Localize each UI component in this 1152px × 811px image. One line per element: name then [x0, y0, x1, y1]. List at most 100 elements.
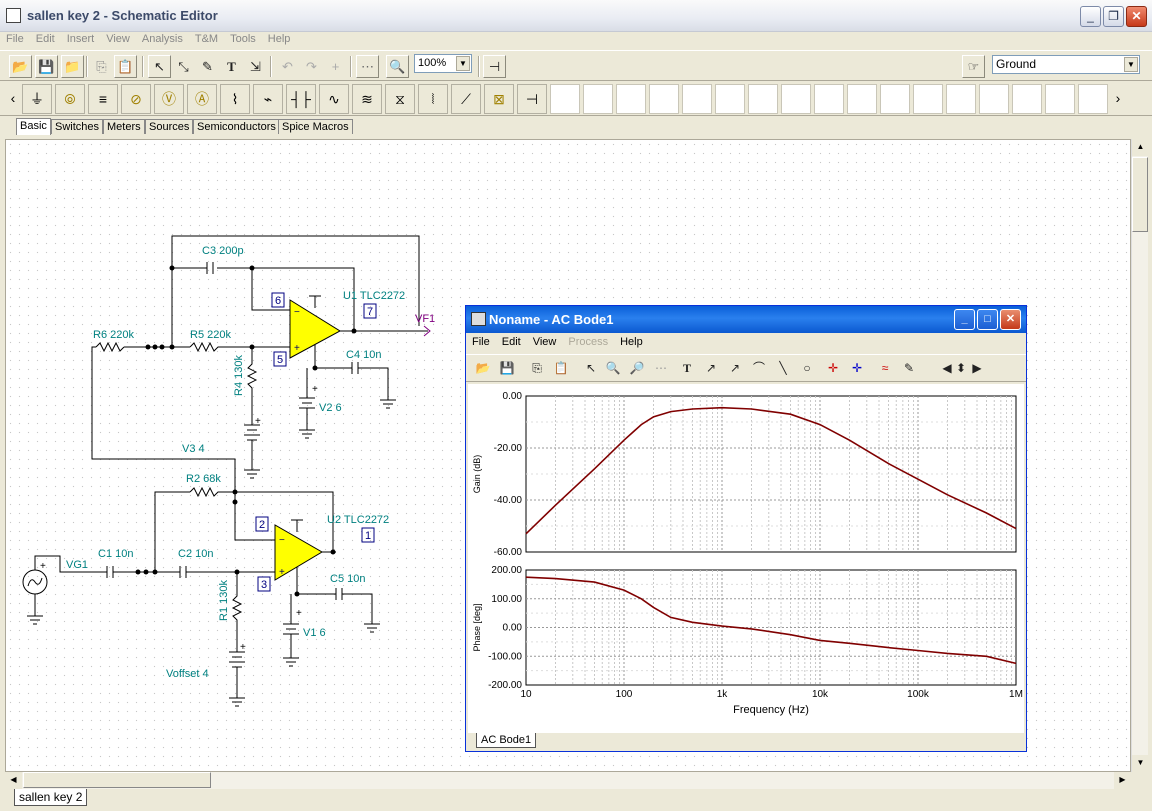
text-tool-icon[interactable]: T [676, 358, 698, 380]
scroll-right-icon[interactable]: ▶ [1114, 772, 1131, 789]
place-component-icon[interactable]: ☞ [962, 55, 985, 78]
scroll-right-icon[interactable]: › [1114, 84, 1122, 114]
bode-menu-view[interactable]: View [527, 334, 563, 350]
curve-tool-icon[interactable]: ↗ [700, 358, 722, 380]
tab-semiconductors[interactable]: Semiconductors [193, 119, 280, 134]
zoom-in-icon[interactable]: 🔍 [602, 358, 624, 380]
junction-icon[interactable]: + [324, 55, 347, 78]
select-arrow-icon[interactable]: ↖ [148, 55, 171, 78]
scroll-left-icon[interactable]: ‹ [8, 84, 18, 114]
voltmeter-icon[interactable]: Ⓥ [154, 84, 184, 114]
ammeter-icon[interactable]: Ⓐ [187, 84, 217, 114]
empty-slot [913, 84, 943, 114]
circle-icon[interactable]: ○ [796, 358, 818, 380]
zoom-100-icon[interactable]: 🔎 [626, 358, 648, 380]
arrow-right-icon[interactable]: ▶ [966, 358, 988, 380]
close-button[interactable]: ✕ [1126, 6, 1147, 27]
undo-icon[interactable]: ↶ [276, 55, 299, 78]
scroll-down-icon[interactable]: ▼ [1132, 755, 1149, 772]
probe-icon[interactable]: ⇲ [244, 55, 267, 78]
empty-slot [715, 84, 745, 114]
select-arrow-icon[interactable]: ↖ [580, 358, 602, 380]
tab-sources[interactable]: Sources [145, 119, 194, 134]
horizontal-scrollbar[interactable]: ◀ ▶ [5, 772, 1131, 789]
open-icon[interactable]: 📁 [61, 55, 84, 78]
save-icon[interactable]: 💾 [496, 358, 518, 380]
cursor-b-icon[interactable]: ✛ [846, 358, 868, 380]
menu-tools[interactable]: Tools [224, 32, 262, 47]
menu-view[interactable]: View [100, 32, 136, 47]
transformer-core-icon[interactable]: ⦚ [418, 84, 448, 114]
minimize-button[interactable]: _ [1080, 6, 1101, 27]
open-icon[interactable]: 📂 [472, 358, 494, 380]
bode-menu-file[interactable]: File [466, 334, 496, 350]
open-folder-icon[interactable]: 📂 [9, 55, 32, 78]
zoom-value: 100% [418, 57, 447, 69]
bode-menu-process[interactable]: Process [562, 334, 614, 350]
bode-tab[interactable]: AC Bode1 [476, 733, 537, 748]
grid-icon[interactable]: ⋯ [650, 358, 672, 380]
bode-title: Noname - AC Bode1 [489, 312, 614, 327]
cursor-a-icon[interactable]: ✛ [822, 358, 844, 380]
pen-icon[interactable]: ✎ [196, 55, 219, 78]
menu-help[interactable]: Help [262, 32, 297, 47]
wire-tool-icon[interactable]: ⤡ [172, 55, 195, 78]
transformer-icon[interactable]: ⧖ [385, 84, 415, 114]
text-tool-icon[interactable]: T [220, 55, 243, 78]
curve-tool-2-icon[interactable]: ↗ [724, 358, 746, 380]
bode-window-icon [471, 312, 486, 326]
scroll-up-icon[interactable]: ▲ [1132, 139, 1149, 156]
bode-maximize-button[interactable]: □ [977, 309, 998, 330]
component-parameter-icon[interactable]: ⊣ [483, 55, 506, 78]
switch-icon[interactable]: ⟋ [451, 84, 481, 114]
zoom-select[interactable]: 100% ▼ [414, 54, 472, 73]
tab-basic[interactable]: Basic [16, 118, 51, 135]
resistor-icon[interactable]: ⌇ [220, 84, 250, 114]
tab-switches[interactable]: Switches [51, 119, 104, 134]
menu-edit[interactable]: Edit [30, 32, 61, 47]
scroll-left-icon[interactable]: ◀ [5, 772, 22, 789]
bode-menu-edit[interactable]: Edit [496, 334, 527, 350]
zoom-icon[interactable]: 🔍 [386, 55, 409, 78]
inductor-icon[interactable]: ∿ [319, 84, 349, 114]
curve-tool-3-icon[interactable]: ⌒ [748, 358, 770, 380]
tab-meters[interactable]: Meters [103, 119, 145, 134]
tab-spice-macros[interactable]: Spice Macros [278, 119, 353, 134]
bode-close-button[interactable]: ✕ [1000, 309, 1021, 330]
vertical-scroll-thumb[interactable] [1132, 157, 1148, 232]
add-curve-icon[interactable]: ≈ [874, 358, 896, 380]
bode-minimize-button[interactable]: _ [954, 309, 975, 330]
potentiometer-icon[interactable]: ⌁ [253, 84, 283, 114]
paste-icon[interactable]: 📋 [114, 55, 137, 78]
bode-menu-help[interactable]: Help [614, 334, 649, 350]
maximize-button[interactable]: ❐ [1103, 6, 1124, 27]
redo-icon[interactable]: ↷ [300, 55, 323, 78]
component-select[interactable]: Ground ▼ [992, 55, 1140, 74]
menu-file[interactable]: File [0, 32, 30, 47]
battery-icon[interactable]: ≡ [88, 84, 118, 114]
capacitor-icon[interactable]: ┤├ [286, 84, 316, 114]
grid-icon[interactable]: ⋯ [356, 55, 379, 78]
horizontal-scroll-thumb[interactable] [23, 772, 211, 788]
menu-analysis[interactable]: Analysis [136, 32, 189, 47]
menu-insert[interactable]: Insert [61, 32, 101, 47]
empty-slot [1012, 84, 1042, 114]
save-icon[interactable]: 💾 [35, 55, 58, 78]
y-tick-label: 0.00 [503, 623, 523, 634]
vertical-scrollbar[interactable]: ▲ ▼ [1131, 139, 1149, 772]
meter-icon[interactable]: ⊘ [121, 84, 151, 114]
y-tick-label: -200.00 [488, 680, 522, 691]
terminal-icon[interactable]: ⊣ [517, 84, 547, 114]
menu-tm[interactable]: T&M [189, 32, 224, 47]
variable-resistor-icon[interactable]: ⊠ [484, 84, 514, 114]
document-tab[interactable]: sallen key 2 [14, 789, 88, 806]
marker-icon[interactable]: ✎ [898, 358, 920, 380]
copy-icon[interactable]: ⎘ [526, 358, 548, 380]
paste-icon[interactable]: 📋 [550, 358, 572, 380]
ground-icon[interactable]: ⏚ [22, 84, 52, 114]
bode-plot-area[interactable]: 0.00 -20.00 -40.00 -60.00 Gain (dB) 200.00 100… [468, 384, 1024, 733]
copy-icon[interactable]: ⎘ [90, 55, 113, 78]
inductor-core-icon[interactable]: ≋ [352, 84, 382, 114]
current-source-icon[interactable]: ⦾ [55, 84, 85, 114]
line-icon[interactable]: ╲ [772, 358, 794, 380]
